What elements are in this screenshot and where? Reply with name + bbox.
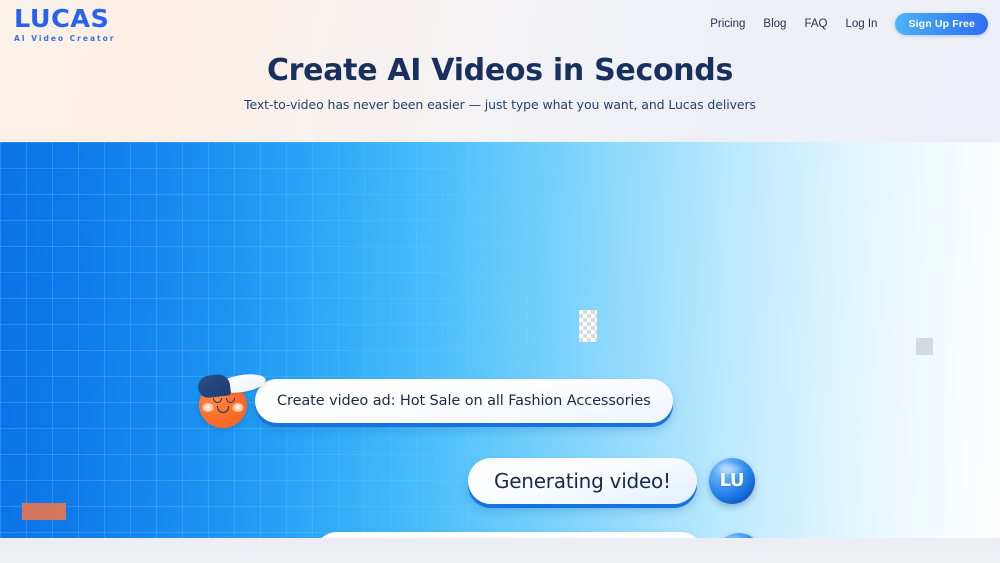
- nav-link-pricing[interactable]: Pricing: [701, 13, 754, 35]
- orange-bar-decoration: [22, 503, 66, 520]
- cap-crown-icon: [196, 373, 232, 399]
- brand-name: LUCAS: [14, 4, 110, 33]
- lucas-avatar-icon: LU: [708, 458, 755, 504]
- nav-link-faq[interactable]: FAQ: [795, 13, 836, 35]
- nav-link-blog[interactable]: Blog: [754, 13, 795, 35]
- prompt-bubble-text: Create video ad: Hot Sale on all Fashion…: [277, 393, 651, 409]
- response-bubble: Generating video!: [468, 458, 697, 504]
- page-subtitle: Text-to-video has never been easier — ju…: [244, 97, 756, 112]
- landing-page: LUCAS AI Video Creator Pricing Blog FAQ …: [0, 0, 1000, 563]
- nav-links-group: Pricing Blog FAQ Log In Sign Up Free: [701, 13, 988, 35]
- page-title: Create AI Videos in Seconds: [266, 53, 734, 88]
- prompt-bubble: Create video ad: Hot Sale on all Fashion…: [255, 379, 673, 423]
- top-navigation-bar: LUCAS AI Video Creator Pricing Blog FAQ …: [0, 0, 1000, 48]
- sign-up-free-button[interactable]: Sign Up Free: [895, 13, 988, 35]
- chat-message-response: Generating video! LU: [468, 458, 755, 504]
- nav-link-login[interactable]: Log In: [836, 13, 886, 35]
- lucas-avatar-initials: LU: [719, 470, 745, 491]
- cheek-highlight-left: [202, 403, 214, 412]
- hero-illustration-stage: Create video ad: Hot Sale on all Fashion…: [0, 142, 1000, 538]
- mascot-face-icon: [196, 371, 268, 428]
- chat-message-prompt: Create video ad: Hot Sale on all Fashion…: [196, 371, 673, 428]
- cheek-highlight-right: [232, 403, 244, 412]
- gray-square-decoration: [916, 338, 933, 355]
- checker-rect-decoration: [579, 310, 597, 342]
- hero-copy: Create AI Videos in Seconds Text-to-vide…: [0, 52, 1000, 113]
- response-bubble-text: Generating video!: [494, 469, 671, 493]
- page-header: LUCAS AI Video Creator Pricing Blog FAQ …: [0, 0, 1000, 142]
- page-bottom-strip: [0, 538, 1000, 563]
- brand-tagline: AI Video Creator: [14, 34, 116, 43]
- brand-logo[interactable]: LUCAS AI Video Creator: [14, 4, 174, 44]
